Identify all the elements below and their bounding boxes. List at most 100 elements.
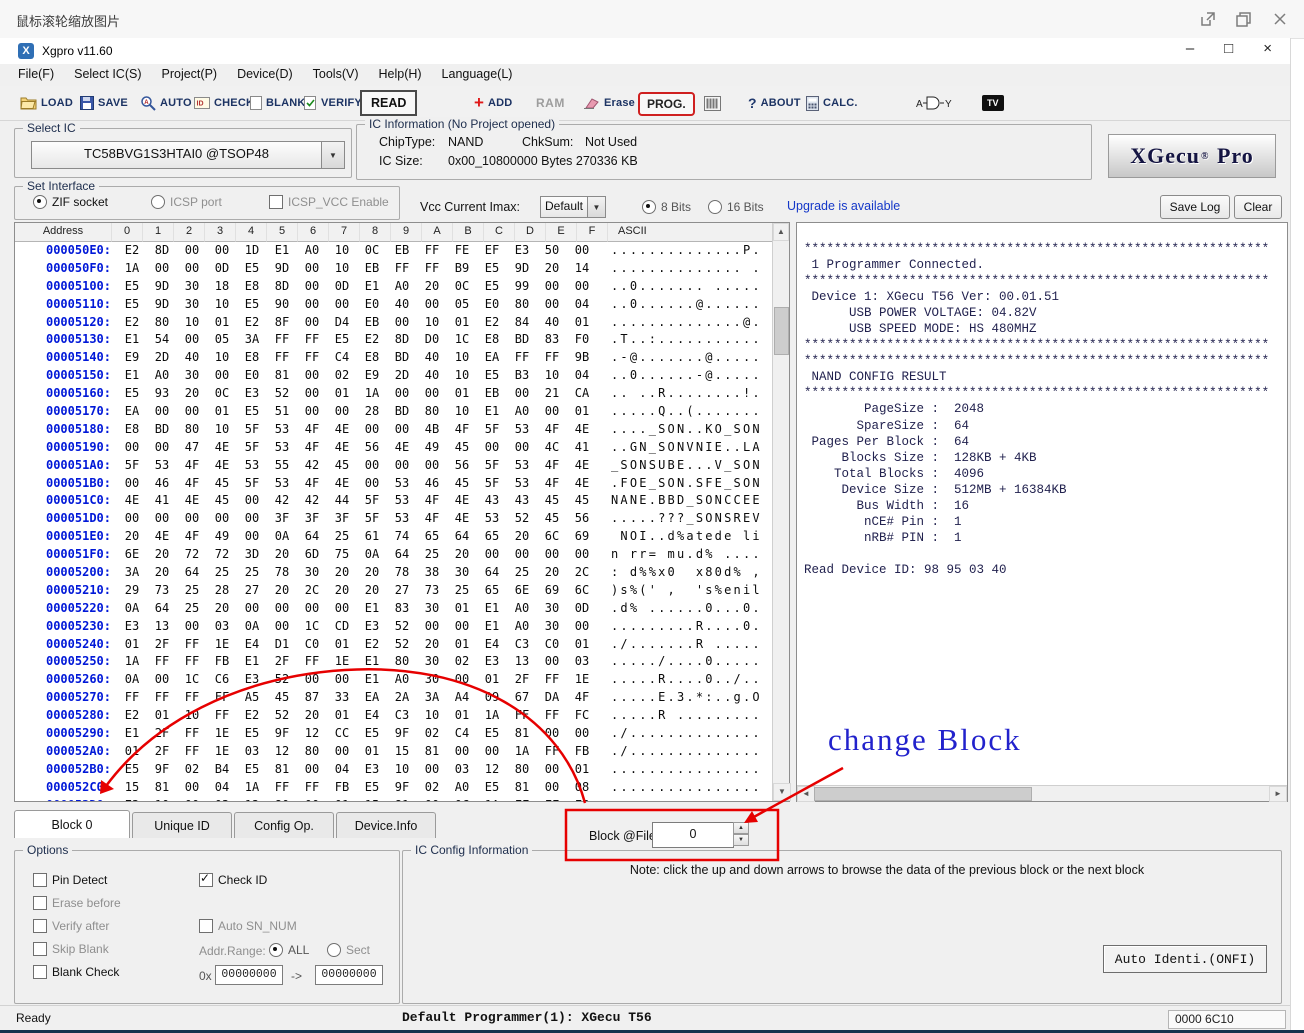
load-button[interactable]: LOAD — [20, 93, 73, 113]
hex-byte-cell[interactable]: 75 — [327, 546, 357, 564]
hex-byte-cell[interactable]: 80 — [147, 314, 177, 332]
hex-byte-cell[interactable]: 00 — [417, 761, 447, 779]
hex-byte-cell[interactable]: 20 — [177, 385, 207, 403]
menu-item[interactable]: Project(P) — [152, 64, 228, 86]
hex-byte-cell[interactable]: 10 — [417, 707, 447, 725]
hex-byte-cell[interactable]: 65 — [477, 582, 507, 600]
hex-byte-cell[interactable]: E1 — [357, 653, 387, 671]
hex-byte-cell[interactable]: A4 — [447, 689, 477, 707]
hex-byte-cell[interactable]: 2C — [297, 582, 327, 600]
hex-byte-cell[interactable]: 00 — [207, 367, 237, 385]
hex-byte-cell[interactable]: 01 — [567, 403, 597, 421]
hex-byte-cell[interactable]: A0 — [447, 779, 477, 797]
auto-button[interactable]: A AUTO — [140, 93, 192, 113]
calc-button[interactable]: CALC. — [806, 93, 858, 113]
hex-byte-cell[interactable]: 00 — [417, 385, 447, 403]
add-button[interactable]: + ADD — [474, 93, 512, 113]
clear-button[interactable]: Clear — [1234, 195, 1282, 219]
hex-byte-cell[interactable]: 00 — [567, 278, 597, 296]
hex-byte-cell[interactable]: 10 — [447, 367, 477, 385]
hex-byte-cell[interactable]: 20 — [417, 636, 447, 654]
hex-byte-cell[interactable]: 00 — [297, 600, 327, 618]
hex-byte-cell[interactable]: 01 — [477, 671, 507, 689]
hex-byte-cell[interactable]: C0 — [297, 636, 327, 654]
hex-byte-cell[interactable]: 20 — [327, 582, 357, 600]
hex-byte-cell[interactable]: E5 — [237, 761, 267, 779]
hex-byte-cell[interactable]: 1E — [207, 636, 237, 654]
hex-byte-cell[interactable]: 6D — [297, 546, 327, 564]
hex-byte-cell[interactable]: C3 — [387, 707, 417, 725]
hex-byte-cell[interactable]: 1E — [207, 743, 237, 761]
hex-byte-cell[interactable]: 9F — [267, 725, 297, 743]
hex-byte-cell[interactable]: 5F — [237, 439, 267, 457]
hex-byte-cell[interactable]: 27 — [237, 582, 267, 600]
hex-byte-cell[interactable]: 53 — [267, 439, 297, 457]
hex-byte-cell[interactable]: 10 — [537, 367, 567, 385]
hex-byte-cell[interactable]: 3F — [297, 510, 327, 528]
hex-byte-cell[interactable]: 30 — [447, 564, 477, 582]
hex-byte-cell[interactable]: 1E — [207, 725, 237, 743]
hex-byte-cell[interactable]: 00 — [237, 528, 267, 546]
hex-byte-cell[interactable]: 10 — [417, 314, 447, 332]
hex-byte-cell[interactable]: 30 — [297, 564, 327, 582]
hex-byte-cell[interactable]: 00 — [537, 761, 567, 779]
hex-byte-cell[interactable]: 53 — [507, 457, 537, 475]
scrollbar-thumb[interactable] — [814, 787, 1032, 801]
hex-byte-cell[interactable]: E2 — [237, 707, 267, 725]
hex-byte-cell[interactable]: 4E — [567, 457, 597, 475]
icsp-vcc-checkbox[interactable]: ICSP_VCC Enable — [269, 195, 389, 209]
hex-byte-cell[interactable]: 00 — [297, 296, 327, 314]
hex-ascii[interactable]: .........R....0. — [611, 618, 762, 636]
hex-byte-cell[interactable]: 9B — [567, 349, 597, 367]
hex-byte-cell[interactable]: 00 — [537, 278, 567, 296]
hex-byte-cell[interactable]: 81 — [507, 779, 537, 797]
save-button[interactable]: SAVE — [80, 93, 128, 113]
hex-ascii[interactable]: .....???_SONSREV — [611, 510, 762, 528]
hex-byte-cell[interactable]: 13 — [507, 653, 537, 671]
hex-byte-cell[interactable]: FF — [207, 689, 237, 707]
hex-byte-cell[interactable]: E5 — [117, 296, 147, 314]
hex-byte-cell[interactable]: E0 — [477, 296, 507, 314]
hex-byte-cell[interactable]: 52 — [507, 510, 537, 528]
hex-byte-cell[interactable]: 00 — [147, 510, 177, 528]
hex-byte-cell[interactable]: 73 — [417, 582, 447, 600]
range-from-input[interactable]: 00000000 — [215, 965, 283, 985]
hex-byte-cell[interactable]: 15 — [117, 779, 147, 797]
hex-byte-cell[interactable]: 1A — [507, 743, 537, 761]
hex-byte-cell[interactable]: 2F — [147, 636, 177, 654]
hex-byte-cell[interactable]: D4 — [327, 314, 357, 332]
hex-byte-cell[interactable]: 00 — [567, 725, 597, 743]
hex-byte-cell[interactable]: 00 — [177, 260, 207, 278]
hex-byte-cell[interactable]: 20 — [267, 582, 297, 600]
hex-byte-cell[interactable]: E0 — [237, 367, 267, 385]
hex-byte-cell[interactable]: 00 — [477, 439, 507, 457]
hex-ascii[interactable]: ................ — [611, 761, 762, 779]
hex-ascii[interactable]: ..GN_SONVNIE..LA — [611, 439, 762, 457]
hex-byte-cell[interactable]: EF — [477, 242, 507, 260]
hex-byte-cell[interactable]: 84 — [507, 314, 537, 332]
hex-byte-cell[interactable]: B9 — [447, 260, 477, 278]
hex-byte-cell[interactable]: 4F — [177, 475, 207, 493]
hex-byte-cell[interactable]: EB — [357, 314, 387, 332]
hex-byte-cell[interactable]: 4E — [117, 492, 147, 510]
hex-byte-cell[interactable]: C4 — [327, 349, 357, 367]
hex-byte-cell[interactable]: A0 — [507, 403, 537, 421]
hex-byte-cell[interactable]: 00 — [147, 403, 177, 421]
verify-button[interactable]: VERIFY — [304, 93, 362, 113]
hex-byte-cell[interactable]: FF — [207, 707, 237, 725]
hex-byte-cell[interactable]: 01 — [357, 743, 387, 761]
hex-byte-cell[interactable]: 01 — [327, 797, 357, 801]
chevron-down-icon[interactable]: ▼ — [321, 142, 344, 168]
hex-ascii[interactable]: ..0......@...... — [611, 296, 762, 314]
hex-byte-cell[interactable]: E8 — [237, 278, 267, 296]
hex-byte-cell[interactable]: 4E — [447, 492, 477, 510]
hex-byte-cell[interactable]: E5 — [477, 779, 507, 797]
hex-byte-cell[interactable]: 41 — [147, 492, 177, 510]
hex-byte-cell[interactable]: 4F — [177, 528, 207, 546]
hex-byte-cell[interactable]: 30 — [417, 653, 447, 671]
hex-byte-cell[interactable]: 01 — [147, 707, 177, 725]
hex-byte-cell[interactable]: 53 — [237, 457, 267, 475]
hex-byte-cell[interactable]: 00 — [117, 510, 147, 528]
hex-byte-cell[interactable]: CC — [327, 725, 357, 743]
hex-byte-cell[interactable]: 04 — [207, 779, 237, 797]
